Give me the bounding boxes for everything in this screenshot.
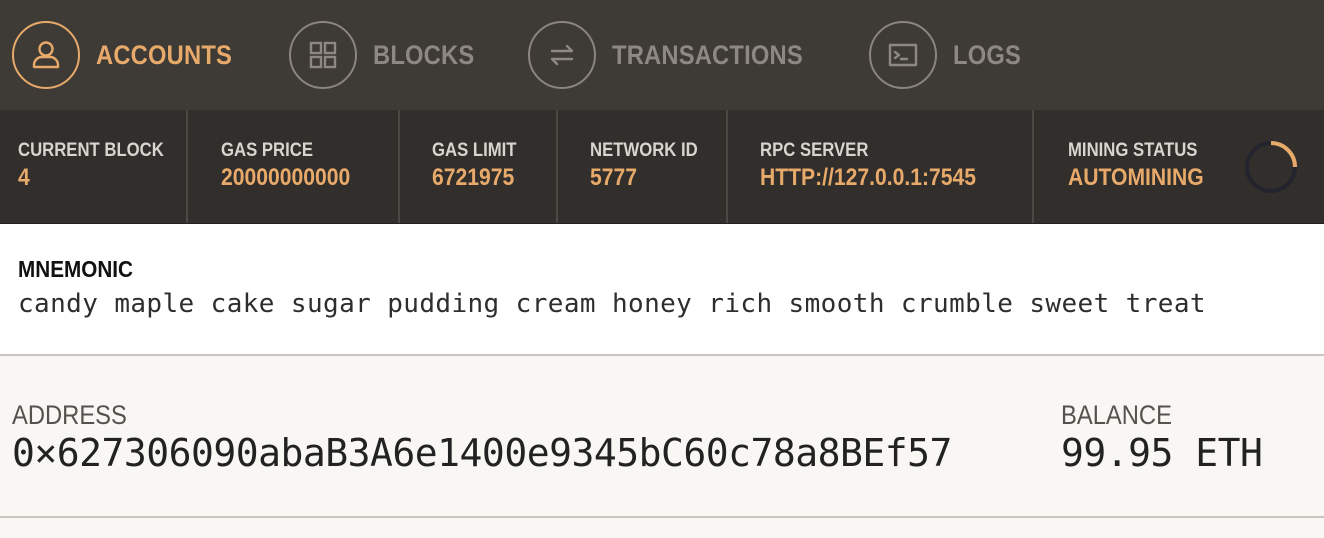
nav-transactions-label: TRANSACTIONS [611, 39, 803, 70]
current-block-value: 4 [18, 164, 30, 191]
arrows-swap-icon [527, 21, 596, 89]
nav-blocks[interactable]: BLOCKS [288, 21, 488, 89]
nav-transactions[interactable]: TRANSACTIONS [527, 21, 829, 89]
account-list-continuation [0, 518, 1324, 538]
account-row[interactable]: ADDRESS 0×627306090abaB3A6e1400e9345bC60… [0, 356, 1324, 518]
nav-accounts-label: ACCOUNTS [96, 39, 233, 70]
gas-limit-value: 6721975 [432, 164, 515, 191]
nav-logs[interactable]: LOGS [868, 21, 1030, 89]
stat-rpc-server: RPC SERVER HTTP://127.0.0.1:7545 [728, 110, 1034, 223]
nav-blocks-label: BLOCKS [372, 39, 474, 70]
mnemonic-label: MNEMONIC [18, 256, 134, 282]
network-stats-bar: CURRENT BLOCK 4 GAS PRICE 20000000000 GA… [0, 110, 1324, 224]
rpc-server-label: RPC SERVER [760, 140, 869, 161]
gas-limit-label: GAS LIMIT [432, 140, 517, 161]
network-id-label: NETWORK ID [590, 140, 698, 161]
address-column: ADDRESS 0×627306090abaB3A6e1400e9345bC60… [12, 400, 952, 475]
mining-spinner-icon [1245, 141, 1297, 193]
gas-price-value: 20000000000 [221, 164, 351, 191]
rpc-server-value: HTTP://127.0.0.1:7545 [760, 164, 977, 191]
network-id-value: 5777 [590, 164, 637, 191]
balance-column: BALANCE 99.95 ETH [1061, 400, 1263, 475]
user-icon [12, 21, 80, 89]
stat-mining-status: MINING STATUS AUTOMINING [1034, 110, 1324, 223]
top-nav: ACCOUNTS BLOCKS TRANSACTIONS LOGS [0, 0, 1324, 110]
address-value: 0×627306090abaB3A6e1400e9345bC60c78a8BEf… [12, 431, 952, 475]
terminal-icon [868, 21, 937, 89]
balance-value: 99.95 ETH [1061, 431, 1263, 475]
stat-gas-price: GAS PRICE 20000000000 [188, 110, 400, 223]
current-block-label: CURRENT BLOCK [18, 140, 164, 161]
stat-current-block: CURRENT BLOCK 4 [0, 110, 188, 223]
stat-network-id: NETWORK ID 5777 [558, 110, 728, 223]
gas-price-label: GAS PRICE [221, 140, 313, 161]
address-label: ADDRESS [12, 400, 127, 430]
blocks-grid-icon [288, 21, 357, 89]
stat-gas-limit: GAS LIMIT 6721975 [400, 110, 558, 223]
mnemonic-section: MNEMONIC candy maple cake sugar pudding … [0, 224, 1324, 356]
nav-accounts[interactable]: ACCOUNTS [12, 21, 251, 89]
nav-logs-label: LOGS [952, 39, 1021, 70]
balance-label: BALANCE [1061, 400, 1172, 430]
mnemonic-words: candy maple cake sugar pudding cream hon… [18, 289, 1206, 319]
